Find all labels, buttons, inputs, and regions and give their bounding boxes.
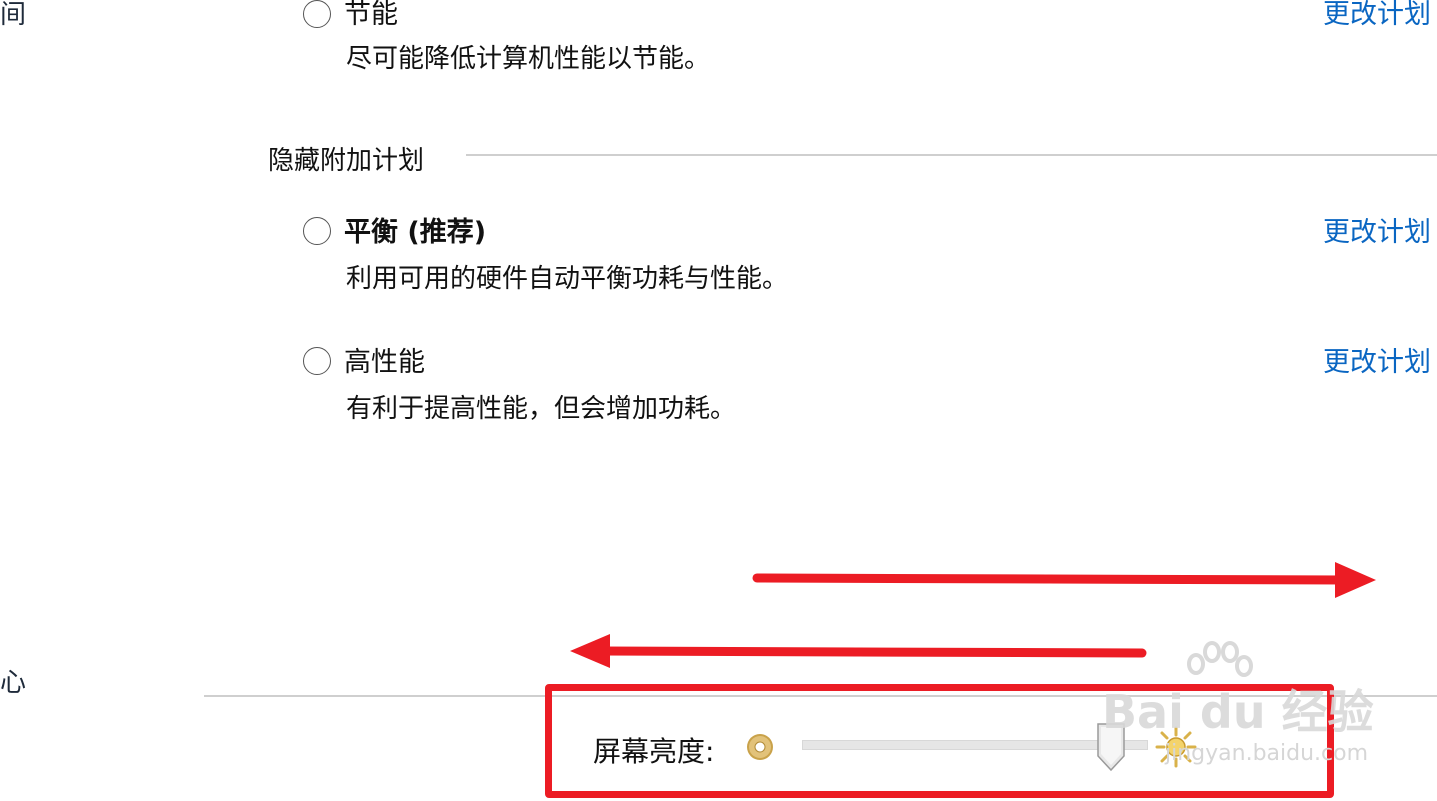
paw-icon — [1187, 641, 1253, 677]
screen-brightness-label: 屏幕亮度: — [593, 735, 715, 768]
arrow-right — [752, 562, 1376, 598]
dim-sun-icon — [747, 734, 773, 760]
arrow-left — [570, 634, 1147, 668]
baidu-watermark-url: jingyan.baidu.com — [1165, 741, 1369, 766]
